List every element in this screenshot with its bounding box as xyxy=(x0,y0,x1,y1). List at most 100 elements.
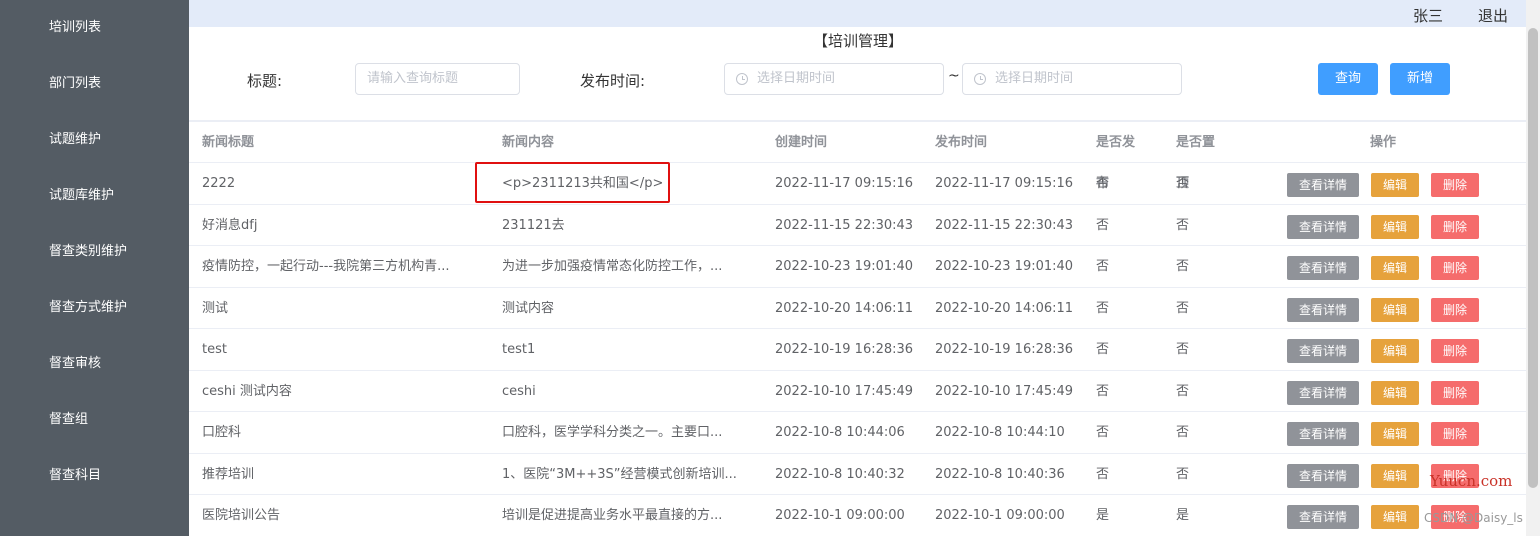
news-table: 新闻标题 新闻内容 创建时间 发布时间 是否发布 是否置顶 操作 2222 <p>… xyxy=(189,122,1527,536)
view-detail-button[interactable]: 查看详情 xyxy=(1287,339,1359,363)
top-header: 张三 退出 xyxy=(189,0,1540,27)
cell-is-top: 否 xyxy=(1176,383,1190,399)
user-name[interactable]: 张三 xyxy=(1413,5,1443,26)
cell-is-published: 否 xyxy=(1096,383,1110,399)
table-row: 2222 <p>2311213共和国</p> 2022-11-17 09:15:16… xyxy=(189,163,1527,205)
view-detail-button[interactable]: 查看详情 xyxy=(1287,463,1359,488)
cell-created: 2022-11-15 22:30:43 xyxy=(775,217,914,233)
cell-content: 为进一步加强疫情常态化防控工作，... xyxy=(502,259,723,274)
cell-is-published: 否 xyxy=(1096,425,1110,440)
cell-created: 2022-10-8 10:44:06 xyxy=(775,425,905,440)
publish-time-label: 发布时间: xyxy=(580,72,646,90)
delete-button[interactable]: 删除 xyxy=(1431,214,1479,239)
view-detail-button[interactable]: 查看详情 xyxy=(1287,380,1359,405)
column-header-created: 创建时间 xyxy=(775,135,828,150)
column-header-title: 新闻标题 xyxy=(202,135,255,150)
cell-title: 推荐培训 xyxy=(202,466,255,482)
cell-title: 测试 xyxy=(202,300,229,316)
cell-is-top: 否 xyxy=(1176,259,1190,274)
view-detail-button[interactable]: 查看详情 xyxy=(1287,214,1359,239)
cell-published: 2022-10-10 17:45:49 xyxy=(935,383,1074,399)
clock-icon xyxy=(974,73,986,85)
view-detail-button[interactable]: 查看详情 xyxy=(1287,256,1359,280)
scrollbar-thumb[interactable] xyxy=(1528,28,1538,488)
cell-content: 测试内容 xyxy=(502,300,555,316)
column-header-content: 新闻内容 xyxy=(502,135,555,150)
cell-is-published: 否 xyxy=(1096,466,1110,482)
sidebar-item-inspection-method[interactable]: 督查方式维护 xyxy=(0,280,189,336)
view-detail-button[interactable]: 查看详情 xyxy=(1287,422,1359,446)
sidebar-item-inspection-review[interactable]: 督查审核 xyxy=(0,336,189,392)
edit-button[interactable]: 编辑 xyxy=(1371,422,1419,446)
edit-button[interactable]: 编辑 xyxy=(1371,297,1419,322)
cell-is-top: 否 xyxy=(1176,466,1190,482)
cell-is-top: 是 xyxy=(1176,508,1190,523)
edit-button[interactable]: 编辑 xyxy=(1371,256,1419,280)
view-detail-button[interactable]: 查看详情 xyxy=(1287,297,1359,322)
add-button[interactable]: 新增 xyxy=(1390,63,1450,95)
scrollbar[interactable] xyxy=(1526,0,1540,536)
table-row: ceshi 测试内容 ceshi 2022-10-10 17:45:49 2022-1… xyxy=(189,371,1527,412)
delete-button[interactable]: 删除 xyxy=(1431,256,1479,280)
end-date-picker[interactable]: 选择日期时间 xyxy=(962,63,1182,95)
delete-button[interactable]: 删除 xyxy=(1431,173,1479,197)
cell-is-top: 否 xyxy=(1176,425,1190,440)
end-date-placeholder: 选择日期时间 xyxy=(995,71,1074,86)
view-detail-button[interactable]: 查看详情 xyxy=(1287,173,1359,197)
sidebar-item-inspection-group[interactable]: 督查组 xyxy=(0,392,189,448)
sidebar-item-question-bank[interactable]: 试题库维护 xyxy=(0,168,189,224)
cell-is-published: 否 xyxy=(1096,300,1110,316)
cell-is-published: 否 xyxy=(1096,259,1110,274)
sidebar-item-inspection-category[interactable]: 督查类别维护 xyxy=(0,224,189,280)
edit-button[interactable]: 编辑 xyxy=(1371,173,1419,197)
sidebar-item-department-list[interactable]: 部门列表 xyxy=(0,56,189,112)
cell-title: 好消息dfj xyxy=(202,217,258,233)
cell-published: 2022-10-23 19:01:40 xyxy=(935,259,1074,274)
cell-published: 2022-10-1 09:00:00 xyxy=(935,508,1065,523)
cell-title: test xyxy=(202,342,227,357)
delete-button[interactable]: 删除 xyxy=(1431,297,1479,322)
delete-button[interactable]: 删除 xyxy=(1431,339,1479,363)
start-date-placeholder: 选择日期时间 xyxy=(757,71,836,86)
delete-button[interactable]: 删除 xyxy=(1431,422,1479,446)
table-row: 推荐培训 1、医院“3M++3S”经营模式创新培训... 2022-10-8 10:… xyxy=(189,454,1527,495)
column-header-actions: 操作 xyxy=(1370,135,1397,150)
main-content: 【培训管理】 标题: 请输入查询标题 发布时间: 选择日期时间 ~ 选择日期时间… xyxy=(189,27,1540,536)
sidebar-item-question-maintenance[interactable]: 试题维护 xyxy=(0,112,189,168)
logout-link[interactable]: 退出 xyxy=(1478,5,1508,26)
table-row: 口腔科 口腔科，医学学科分类之一。主要口... 2022-10-8 10:44:06… xyxy=(189,412,1527,454)
cell-is-published: 否 xyxy=(1096,176,1110,191)
edit-button[interactable]: 编辑 xyxy=(1371,463,1419,488)
edit-button[interactable]: 编辑 xyxy=(1371,505,1419,529)
cell-content: 231121去 xyxy=(502,217,565,233)
cell-content: 培训是促进提高业务水平最直接的方... xyxy=(502,508,723,523)
cell-is-published: 否 xyxy=(1096,342,1110,357)
cell-title: 口腔科 xyxy=(202,425,242,440)
cell-content: 1、医院“3M++3S”经营模式创新培训... xyxy=(502,466,737,482)
cell-published: 2022-10-20 14:06:11 xyxy=(935,300,1074,316)
cell-published: 2022-10-8 10:44:10 xyxy=(935,425,1065,440)
cell-created: 2022-10-8 10:40:32 xyxy=(775,466,905,482)
delete-button[interactable]: 删除 xyxy=(1431,380,1479,405)
sidebar-item-inspection-subject[interactable]: 督查科目 xyxy=(0,448,189,504)
cell-created: 2022-10-10 17:45:49 xyxy=(775,383,914,399)
search-button[interactable]: 查询 xyxy=(1318,63,1378,95)
cell-title: ceshi 测试内容 xyxy=(202,383,292,399)
cell-published: 2022-11-17 09:15:16 xyxy=(935,176,1074,191)
sidebar-item-training-list[interactable]: 培训列表 xyxy=(0,0,189,56)
edit-button[interactable]: 编辑 xyxy=(1371,380,1419,405)
table-row: 好消息dfj 231121去 2022-11-15 22:30:43 2022-11-… xyxy=(189,205,1527,246)
cell-created: 2022-11-17 09:15:16 xyxy=(775,176,914,191)
edit-button[interactable]: 编辑 xyxy=(1371,214,1419,239)
table-row: 医院培训公告 培训是促进提高业务水平最直接的方... 2022-10-1 09:00… xyxy=(189,495,1527,536)
view-detail-button[interactable]: 查看详情 xyxy=(1287,505,1359,529)
title-search-input[interactable]: 请输入查询标题 xyxy=(355,63,520,95)
csdn-watermark: CSDN @Daisy_ls xyxy=(1424,511,1523,525)
cell-is-top: 否 xyxy=(1176,176,1190,191)
start-date-picker[interactable]: 选择日期时间 xyxy=(724,63,944,95)
cell-content: 口腔科，医学学科分类之一。主要口... xyxy=(502,425,723,440)
cell-is-published: 是 xyxy=(1096,508,1110,523)
edit-button[interactable]: 编辑 xyxy=(1371,339,1419,363)
cell-title: 2222 xyxy=(202,176,236,191)
table-body: 2222 <p>2311213共和国</p> 2022-11-17 09:15:16… xyxy=(189,163,1527,536)
